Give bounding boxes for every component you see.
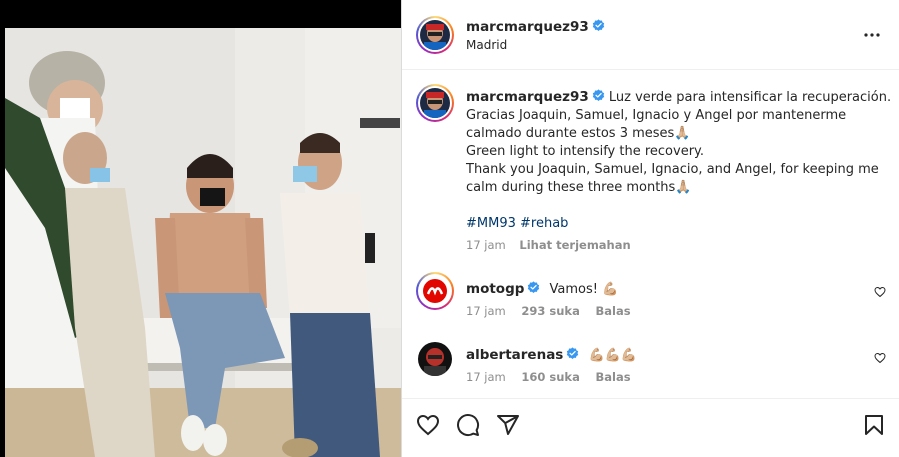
author-avatar[interactable]: [416, 16, 454, 54]
caption-line-1: Luz verde para intensificar la recuperac…: [608, 90, 892, 105]
comment-1-meta: 17 jam 293 suka Balas: [466, 304, 631, 318]
caption-line-2: Gracias Joaquin, Samuel, Ignacio y Angel…: [466, 108, 847, 123]
bookmark-icon[interactable]: [862, 413, 886, 437]
reply-button[interactable]: Balas: [596, 304, 631, 318]
comment-avatar-albertarenas[interactable]: [418, 342, 452, 376]
more-options-icon[interactable]: [863, 26, 881, 44]
post-actions-bar: [402, 398, 899, 457]
comment-time[interactable]: 17 jam: [466, 370, 506, 384]
caption-line-5: Thank you Joaquin, Samuel, Ignacio, and …: [466, 162, 879, 177]
caption-hashtags[interactable]: #MM93 #rehab: [466, 216, 568, 231]
translate-link[interactable]: Lihat terjemahan: [519, 238, 630, 252]
caption-username[interactable]: marcmarquez93: [466, 89, 589, 105]
verified-badge-icon: [592, 19, 604, 31]
comment-text: 💪🏼💪🏼💪🏼: [588, 348, 638, 363]
post-photo-panel: [0, 0, 401, 457]
reply-button[interactable]: Balas: [596, 370, 631, 384]
author-username[interactable]: marcmarquez93: [466, 19, 589, 35]
comment-username[interactable]: albertarenas: [466, 347, 563, 363]
comment-avatar-motogp[interactable]: [416, 272, 454, 310]
photo-top-bar: [0, 0, 401, 28]
comment-like-heart-icon[interactable]: [874, 286, 886, 298]
comment-username[interactable]: motogp: [466, 281, 524, 297]
caption-avatar[interactable]: [416, 84, 454, 122]
post-header: marcmarquez93 Madrid: [402, 0, 899, 70]
comment-2-meta: 17 jam 160 suka Balas: [466, 370, 631, 384]
comment-likes[interactable]: 293 suka: [521, 304, 579, 318]
comment-icon[interactable]: [456, 413, 480, 437]
comment-1: motogp Vamos! 💪🏼: [466, 278, 618, 297]
caption-line-4: Green light to intensify the recovery.: [466, 144, 705, 159]
share-icon[interactable]: [496, 413, 520, 437]
post-photo[interactable]: [5, 28, 401, 457]
author-line: marcmarquez93: [466, 16, 605, 35]
verified-badge-icon: [567, 347, 579, 359]
post-photo-illustration: [5, 28, 401, 457]
post-caption: marcmarquez93 Luz verde para intensifica…: [466, 88, 891, 233]
verified-badge-icon: [592, 89, 604, 101]
caption-line-6: calm during these three months🙏🏼: [466, 180, 692, 195]
comment-like-heart-icon[interactable]: [874, 352, 886, 364]
comment-time[interactable]: 17 jam: [466, 304, 506, 318]
comment-2: albertarenas 💪🏼💪🏼💪🏼: [466, 344, 637, 363]
heart-icon[interactable]: [416, 413, 440, 437]
caption-meta: 17 jam Lihat terjemahan: [466, 238, 631, 252]
comment-likes[interactable]: 160 suka: [521, 370, 579, 384]
comment-text: Vamos! 💪🏼: [549, 282, 619, 297]
caption-line-3: calmado durante estos 3 meses🙏🏼: [466, 126, 691, 141]
post-details-panel: marcmarquez93 Madrid marcmarquez93 Luz v…: [402, 0, 899, 457]
verified-badge-icon: [528, 281, 540, 293]
post-location[interactable]: Madrid: [466, 38, 507, 52]
caption-time[interactable]: 17 jam: [466, 238, 506, 252]
